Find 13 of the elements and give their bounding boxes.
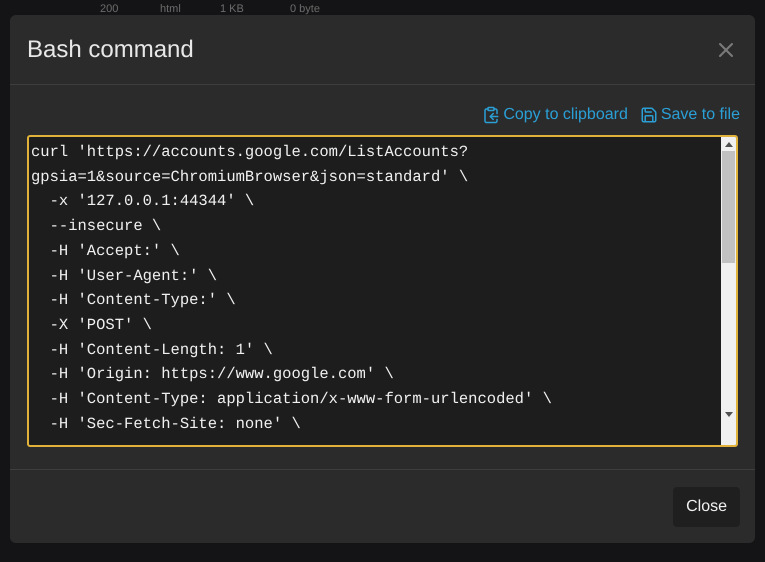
scrollbar[interactable]	[721, 137, 736, 445]
scroll-up-arrow-icon[interactable]	[724, 142, 732, 147]
background-table-text: 1 KB	[220, 3, 245, 15]
save-link[interactable]: Save to file	[640, 103, 740, 127]
dialog-title: Bash command	[27, 34, 194, 64]
copy-link[interactable]: Copy to clipboard	[482, 103, 628, 127]
background-table-text: 200	[100, 3, 120, 15]
command-text-area[interactable]: curl 'https://accounts.google.com/ListAccounts? gpsia=1&source=ChromiumBrowser&json=standard' \ -x '127.0.0.1:44344' \ --insecure \ -H 'Accept:' \ -H 'User-Agent:' \ -H 'Content-Type:' \ -X 'POST' \ -H 'Content-Length: 1' \ -H 'Origin: https://www.google.com' \ -H 'Content-Type: application/x-www-form-urlencoded' \ -H 'Sec-Fetch-Site: none' \	[27, 135, 738, 447]
clipboard-icon	[482, 106, 500, 124]
background-table-text: html	[160, 3, 182, 15]
close-button[interactable]: Close	[673, 486, 740, 526]
scroll-down-arrow-icon[interactable]	[724, 412, 732, 417]
background-table-text: 0 byte	[290, 3, 321, 15]
